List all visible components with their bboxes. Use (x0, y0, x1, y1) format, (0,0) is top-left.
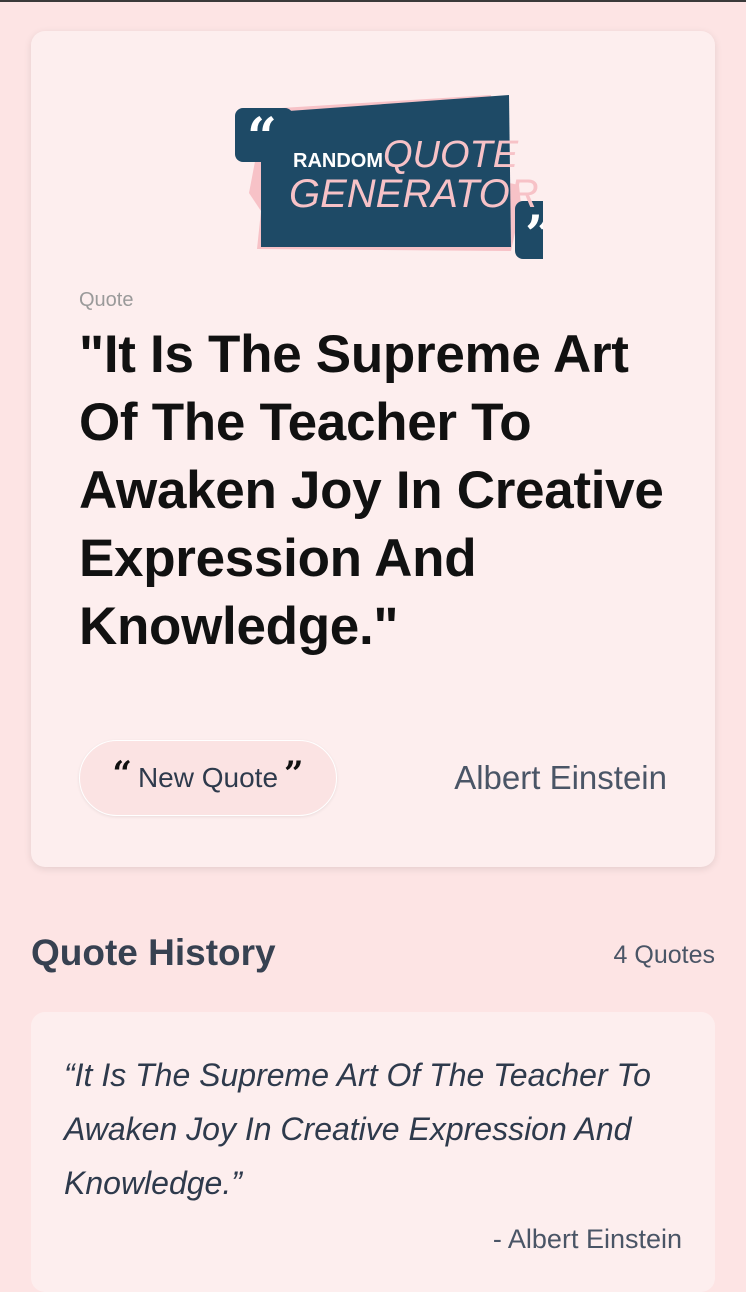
logo-random-word: RANDOM (293, 150, 383, 172)
quote-card: “ ” RANDOM QUOTE GENERATOR Quote "It Is … (31, 31, 715, 867)
quote-label: Quote (79, 289, 134, 311)
open-quote-icon: “ (112, 754, 132, 794)
close-quote-icon: ” (284, 754, 304, 794)
quote-author: Albert Einstein (454, 759, 667, 796)
history-item[interactable]: “It Is The Supreme Art Of The Teacher To… (31, 1012, 715, 1292)
new-quote-button[interactable]: “ New Quote ” (79, 740, 337, 816)
logo-quote-word: QUOTE (383, 134, 519, 176)
history-count: 4 Quotes (613, 941, 715, 969)
quote-text: "It Is The Supreme Art Of The Teacher To… (79, 325, 664, 656)
logo-generator-word: GENERATOR (289, 172, 539, 216)
history-item-author: - Albert Einstein (492, 1224, 682, 1254)
history-item-text: “It Is The Supreme Art Of The Teacher To… (64, 1057, 651, 1201)
history-title: Quote History (31, 932, 276, 973)
top-border (0, 0, 746, 2)
logo-open-quote-mark: “ (247, 107, 277, 168)
random-quote-generator-logo: “ ” RANDOM QUOTE GENERATOR (235, 95, 543, 263)
new-quote-label: New Quote (137, 762, 279, 793)
